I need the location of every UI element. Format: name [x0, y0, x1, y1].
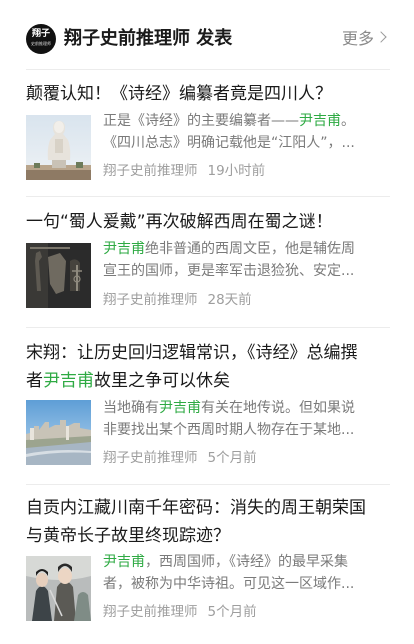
article-author: 翔子史前推理师 [103, 163, 198, 179]
summary-text: 《四川总志》明确记载他是“江阳人”，... [103, 135, 355, 151]
costume-figures-image[interactable] [26, 556, 91, 621]
article-author: 翔子史前推理师 [103, 604, 198, 620]
article-time: 19小时前 [207, 163, 266, 179]
summary-text: 者，被称为中华诗祖。可见这一区域作... [103, 576, 355, 592]
article-meta: 翔子史前推理师 19小时前 [103, 161, 265, 181]
account-header: 翔子 史前推理师 翔子史前推理师 发表 更多 [0, 0, 414, 70]
article-time: 28天前 [207, 292, 252, 308]
article-meta: 翔子史前推理师 5个月前 [103, 448, 257, 468]
summary-text: 有关在地传说。但如果说 [201, 400, 355, 416]
article-title[interactable]: 一句“蜀人爰戴”再次破解西周在蜀之谜！ [26, 208, 386, 236]
divider [26, 69, 390, 70]
article-summary: 尹吉甫，西周国师，《诗经》的最早采集 者，被称为中华诗祖。可见这一区域作... [103, 551, 389, 595]
article-author: 翔子史前推理师 [103, 292, 198, 308]
highlight-keyword: 尹吉甫 [103, 241, 145, 257]
summary-text: 正是《诗经》的主要编纂者—— [103, 113, 299, 129]
divider [26, 196, 390, 197]
article-title-line: 自贡内江藏川南千年密码：消失的周王朝荣国 [26, 498, 366, 518]
article-title-line: 故里之争可以休矣 [94, 371, 230, 391]
summary-text: 宣王的国师，更是率军击退猃狁、安定... [103, 263, 355, 279]
article-title[interactable]: 宋翔：让历史回归逻辑常识，《诗经》总编撰 者尹吉甫故里之争可以休矣 [26, 339, 386, 395]
city-river-image[interactable] [26, 400, 91, 465]
avatar-subtext: 史前推理师 [31, 41, 51, 46]
article-title-line: 宋翔：让历史回归逻辑常识，《诗经》总编撰 [26, 343, 358, 363]
summary-text: ，西周国师，《诗经》的最早采集 [145, 554, 348, 570]
article-meta: 翔子史前推理师 28天前 [103, 290, 252, 310]
account-title[interactable]: 翔子史前推理师 发表 [64, 27, 232, 51]
article-summary: 当地确有尹吉甫有关在地传说。但如果说 非要找出某个西周时期人物存在于某地... [103, 397, 389, 441]
highlight-keyword: 尹吉甫 [299, 113, 341, 129]
chevron-right-icon[interactable] [375, 31, 387, 43]
highlight-keyword: 尹吉甫 [43, 371, 94, 391]
article-title-line: 与黄帝长子故里终现踪迹？ [26, 526, 230, 546]
article-summary: 正是《诗经》的主要编纂者——尹吉甫。 《四川总志》明确记载他是“江阳人”，... [103, 110, 389, 154]
divider [26, 327, 390, 328]
avatar[interactable]: 翔子 史前推理师 [26, 24, 56, 54]
article-author: 翔子史前推理师 [103, 450, 198, 466]
article-title[interactable]: 自贡内江藏川南千年密码：消失的周王朝荣国 与黄帝长子故里终现踪迹？ [26, 494, 386, 550]
summary-text: 。 [341, 113, 355, 129]
more-button[interactable]: 更多 [342, 27, 374, 51]
highlight-keyword: 尹吉甫 [159, 400, 201, 416]
highlight-keyword: 尹吉甫 [103, 554, 145, 570]
bronze-artifact-image[interactable] [26, 243, 91, 308]
article-time: 5个月前 [207, 604, 257, 620]
article-title-line: 者 [26, 371, 43, 391]
article-summary: 尹吉甫绝非普通的西周文臣，他是辅佐周 宣王的国师，更是率军击退猃狁、安定... [103, 238, 389, 282]
divider [26, 484, 390, 485]
article-time: 5个月前 [207, 450, 257, 466]
summary-text: 绝非普通的西周文臣，他是辅佐周 [145, 241, 355, 257]
summary-text: 当地确有 [103, 400, 159, 416]
summary-text: 非要找出某个西周时期人物存在于某地... [103, 422, 355, 438]
article-meta: 翔子史前推理师 5个月前 [103, 602, 257, 622]
statue-image[interactable] [26, 115, 91, 180]
avatar-text: 翔子 [31, 29, 50, 39]
article-title[interactable]: 颠覆认知！《诗经》编纂者竟是四川人？ [26, 80, 386, 108]
